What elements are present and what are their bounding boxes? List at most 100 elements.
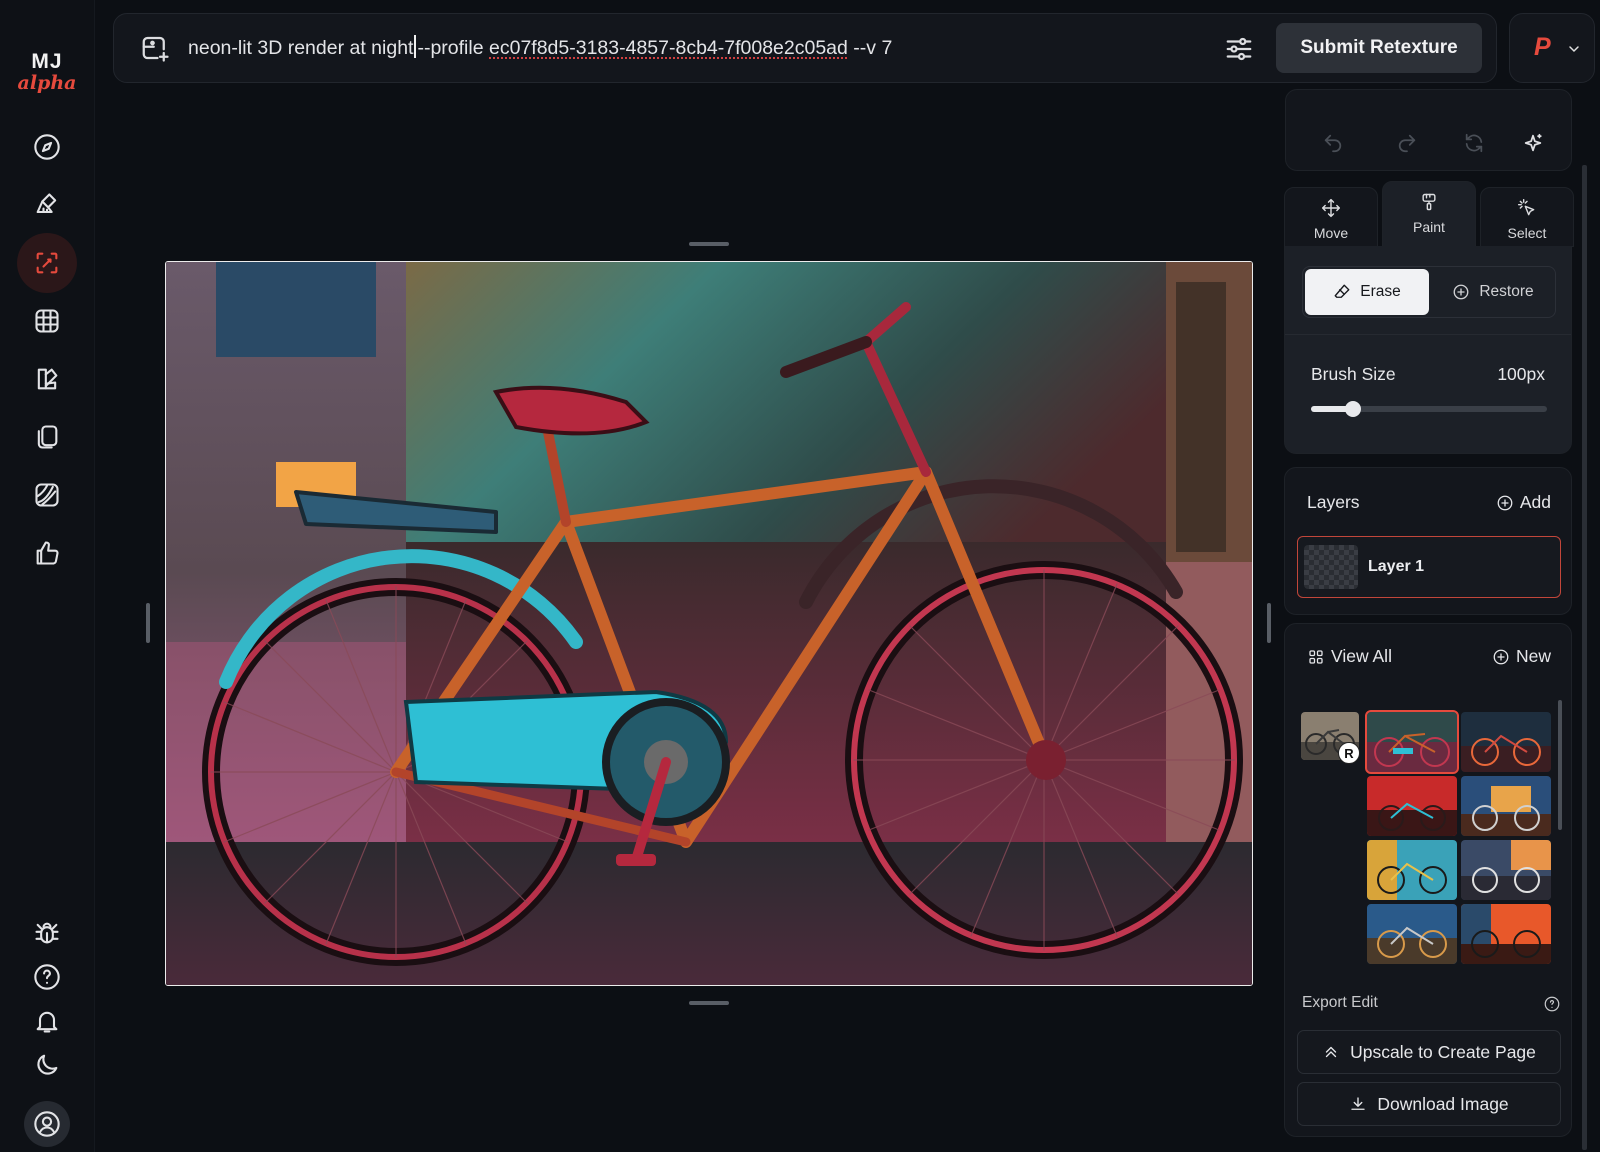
variation-thumbnail[interactable] <box>1367 840 1457 900</box>
variation-image <box>1461 904 1551 964</box>
download-image-button[interactable]: Download Image <box>1297 1082 1561 1126</box>
download-icon <box>1351 1097 1366 1110</box>
redo-button[interactable] <box>1389 125 1425 161</box>
canvas-resize-handle-right[interactable] <box>1267 603 1271 643</box>
midjourney-logo[interactable]: MJ alpha <box>14 50 80 94</box>
sidebar-item-theme[interactable] <box>17 1035 77 1095</box>
paint-roller-icon <box>1422 193 1436 211</box>
upscale-label: Upscale to Create Page <box>1350 1041 1536 1062</box>
prompt-version-flag: --v 7 <box>847 37 893 59</box>
upscale-to-create-page-button[interactable]: Upscale to Create Page <box>1297 1030 1561 1074</box>
sidebar-item-personalize[interactable] <box>17 349 77 409</box>
view-all-label: View All <box>1331 646 1392 666</box>
erase-button[interactable]: Erase <box>1305 269 1429 315</box>
tab-paint[interactable]: Paint <box>1382 181 1476 247</box>
prompt-profile-id: ec07f8d5-3183-4857-8cb4-7f008e2c05ad <box>489 37 848 59</box>
layers-panel: Layers Add Layer 1 <box>1284 467 1572 615</box>
variation-image <box>1461 840 1551 900</box>
moon-icon <box>37 1054 58 1075</box>
prompt-profile-flag: --profile <box>417 37 489 59</box>
reference-badge: R <box>1338 742 1360 764</box>
export-edit-label: Export Edit <box>1302 994 1378 1011</box>
sidebar-item-account[interactable] <box>24 1101 70 1147</box>
restore-button[interactable]: Restore <box>1431 269 1555 315</box>
sidebar-item-create[interactable] <box>17 175 77 235</box>
swirl-icon <box>35 483 59 507</box>
variations-panel: View All New R Export Edit Upscale to Cr… <box>1284 623 1572 1137</box>
paint-options-panel: Erase Restore Brush Size 100px <box>1284 246 1572 454</box>
move-icon <box>1321 198 1341 218</box>
canvas-resize-handle-top[interactable] <box>689 242 729 246</box>
sidebar-item-rate[interactable] <box>17 523 77 583</box>
undo-button[interactable] <box>1315 125 1351 161</box>
brush-size-label: Brush Size <box>1311 364 1396 384</box>
palette-icon <box>37 368 58 390</box>
brush-size-slider[interactable] <box>1311 401 1547 417</box>
variation-thumbnail[interactable] <box>1461 776 1551 836</box>
variation-image <box>1367 776 1457 836</box>
add-image-button[interactable] <box>140 33 170 68</box>
undo-icon <box>1324 134 1342 153</box>
chevrons-up-icon <box>1325 1046 1337 1058</box>
tab-paint-label: Paint <box>1413 219 1445 235</box>
sidebar-item-explore[interactable] <box>17 117 77 177</box>
profile-letter: P <box>1534 33 1551 61</box>
prompt-text-before-caret: neon-lit 3D render at night <box>188 37 414 59</box>
compass-icon <box>34 134 60 160</box>
image-add-icon <box>142 36 169 62</box>
eraser-icon <box>1334 284 1350 298</box>
bell-icon <box>36 1011 58 1033</box>
edit-canvas[interactable] <box>165 261 1253 986</box>
variation-thumbnail[interactable] <box>1461 904 1551 964</box>
paintbrush-icon <box>36 193 57 214</box>
variation-thumbnail[interactable] <box>1365 710 1459 774</box>
panel-scrollbar[interactable] <box>1582 165 1587 1150</box>
add-layer-button[interactable]: Add <box>1496 492 1551 513</box>
sliders-icon <box>1226 37 1252 61</box>
sidebar-item-moodboards[interactable] <box>17 465 77 525</box>
new-variation-label: New <box>1515 646 1551 666</box>
new-variation-button[interactable]: New <box>1492 646 1551 667</box>
layer-item[interactable]: Layer 1 <box>1297 536 1561 598</box>
prompt-settings-button[interactable] <box>1224 34 1254 69</box>
copy-icon <box>37 425 58 449</box>
variation-thumbnail[interactable] <box>1367 904 1457 964</box>
brush-size-slider-knob[interactable] <box>1345 401 1362 417</box>
sidebar-item-organize[interactable] <box>17 291 77 351</box>
view-all-button[interactable]: View All <box>1307 646 1392 667</box>
logo-alpha: alpha <box>17 72 77 94</box>
variation-image <box>1461 712 1551 772</box>
divider <box>1285 334 1571 335</box>
variation-thumbnail[interactable] <box>1461 840 1551 900</box>
reset-button[interactable] <box>1456 125 1492 161</box>
export-help-button[interactable] <box>1543 995 1561 1018</box>
prompt-input[interactable]: neon-lit 3D render at night --profile ec0… <box>188 35 892 60</box>
help-circle-icon <box>1544 996 1560 1012</box>
erase-restore-toggle: Erase Restore <box>1302 266 1556 318</box>
tab-select[interactable]: Select <box>1480 187 1574 247</box>
canvas-resize-handle-bottom[interactable] <box>689 1001 729 1005</box>
edit-frame-icon <box>36 252 58 274</box>
history-panel <box>1285 89 1572 171</box>
sidebar-item-edit[interactable] <box>17 233 77 293</box>
canvas-resize-handle-left[interactable] <box>146 603 150 643</box>
variation-thumbnail[interactable] <box>1367 776 1457 836</box>
tab-move[interactable]: Move <box>1284 187 1378 247</box>
profile-selector[interactable]: P <box>1509 13 1595 83</box>
submit-retexture-button[interactable]: Submit Retexture <box>1276 23 1482 73</box>
tab-select-label: Select <box>1507 225 1547 241</box>
variation-thumbnail[interactable] <box>1461 712 1551 772</box>
sidebar-item-archive[interactable] <box>17 407 77 467</box>
variation-image <box>1367 904 1457 964</box>
sparkle-icon <box>1524 133 1542 152</box>
logo-mj: MJ <box>31 50 63 73</box>
redo-icon <box>1398 134 1416 153</box>
erase-label: Erase <box>1360 283 1401 300</box>
bug-icon <box>35 922 59 944</box>
gallery-scrollbar[interactable] <box>1558 700 1562 830</box>
plus-circle-icon <box>1497 495 1513 510</box>
layer-name: Layer 1 <box>1368 558 1425 575</box>
enhance-button[interactable] <box>1515 125 1551 161</box>
bicycle-image <box>166 262 1252 985</box>
tab-move-label: Move <box>1313 225 1349 241</box>
